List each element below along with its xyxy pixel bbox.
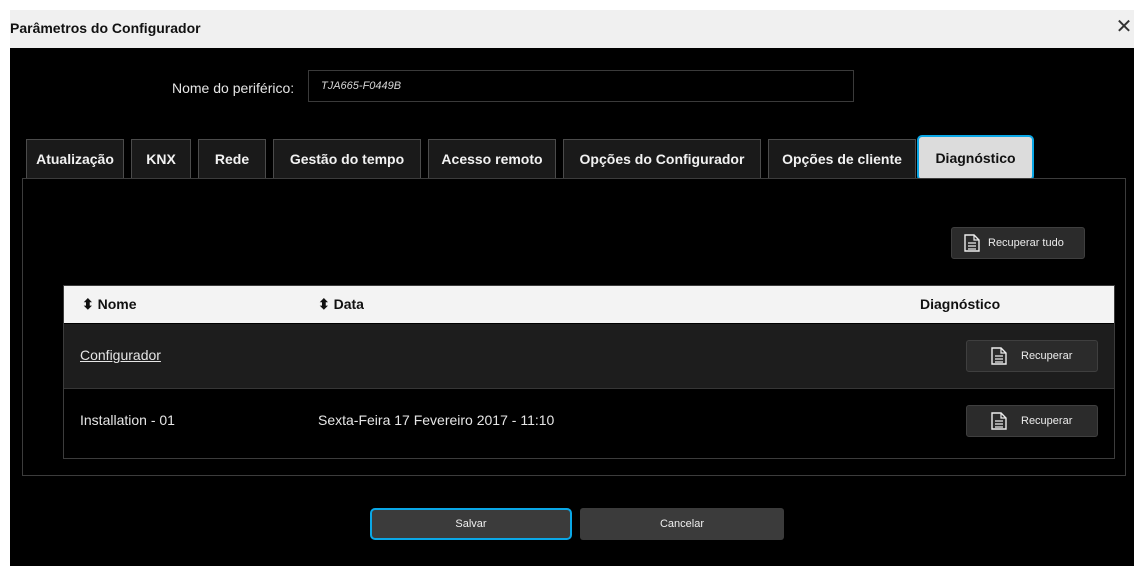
tab-rede[interactable]: Rede [198,139,266,178]
document-icon [991,412,1007,430]
tab-atualizacao[interactable]: Atualização [26,139,124,178]
document-icon [964,234,980,252]
configurador-link[interactable]: Configurador [80,347,161,363]
tab-acesso-remoto[interactable]: Acesso remoto [428,139,556,178]
peripheral-name-label: Nome do periférico: [172,80,295,96]
tab-opcoes-do-configurador[interactable]: Opções do Configurador [563,139,761,178]
table-row: Installation - 01 Sexta-Feira 17 Feverei… [64,389,1114,453]
document-icon [991,347,1007,365]
sort-icon: ⬍ [82,296,98,312]
cancel-button[interactable]: Cancelar [580,508,784,540]
column-diagnostic-header: Diagnóstico [920,296,1001,312]
retrieve-all-button[interactable]: Recuperar tudo [951,227,1085,259]
tab-opcoes-de-cliente[interactable]: Opções de cliente [768,139,916,178]
column-name-header[interactable]: ⬍ Nome [82,296,137,313]
title-bar: Parâmetros do Configurador ✕ [10,10,1134,48]
configurator-dialog: Parâmetros do Configurador ✕ Nome do per… [10,10,1134,566]
retrieve-label: Recuperar [1021,350,1073,362]
row-date: Sexta-Feira 17 Fevereiro 2017 - 11:10 [318,412,555,428]
tab-gestao-do-tempo[interactable]: Gestão do tempo [273,139,421,178]
tab-diagnostico[interactable]: Diagnóstico [917,135,1034,181]
table-header: ⬍ Nome ⬍ Data Diagnóstico [64,286,1114,323]
sort-icon: ⬍ [318,296,334,312]
close-icon[interactable]: ✕ [1114,16,1134,38]
diagnostics-table: ⬍ Nome ⬍ Data Diagnóstico Configurador R… [63,285,1115,459]
dialog-title: Parâmetros do Configurador [10,20,201,36]
row-name: Installation - 01 [80,412,175,428]
peripheral-name-input[interactable] [308,70,854,102]
tab-knx[interactable]: KNX [131,139,191,178]
diagnostics-panel: Recuperar tudo ⬍ Nome ⬍ Data Diagnóstico… [22,178,1126,476]
retrieve-all-label: Recuperar tudo [988,237,1064,249]
column-date-header[interactable]: ⬍ Data [318,296,364,313]
retrieve-button[interactable]: Recuperar [966,405,1098,437]
retrieve-label: Recuperar [1021,415,1073,427]
table-row: Configurador Recuperar [64,324,1114,389]
save-button[interactable]: Salvar [370,508,572,540]
retrieve-button[interactable]: Recuperar [966,340,1098,372]
